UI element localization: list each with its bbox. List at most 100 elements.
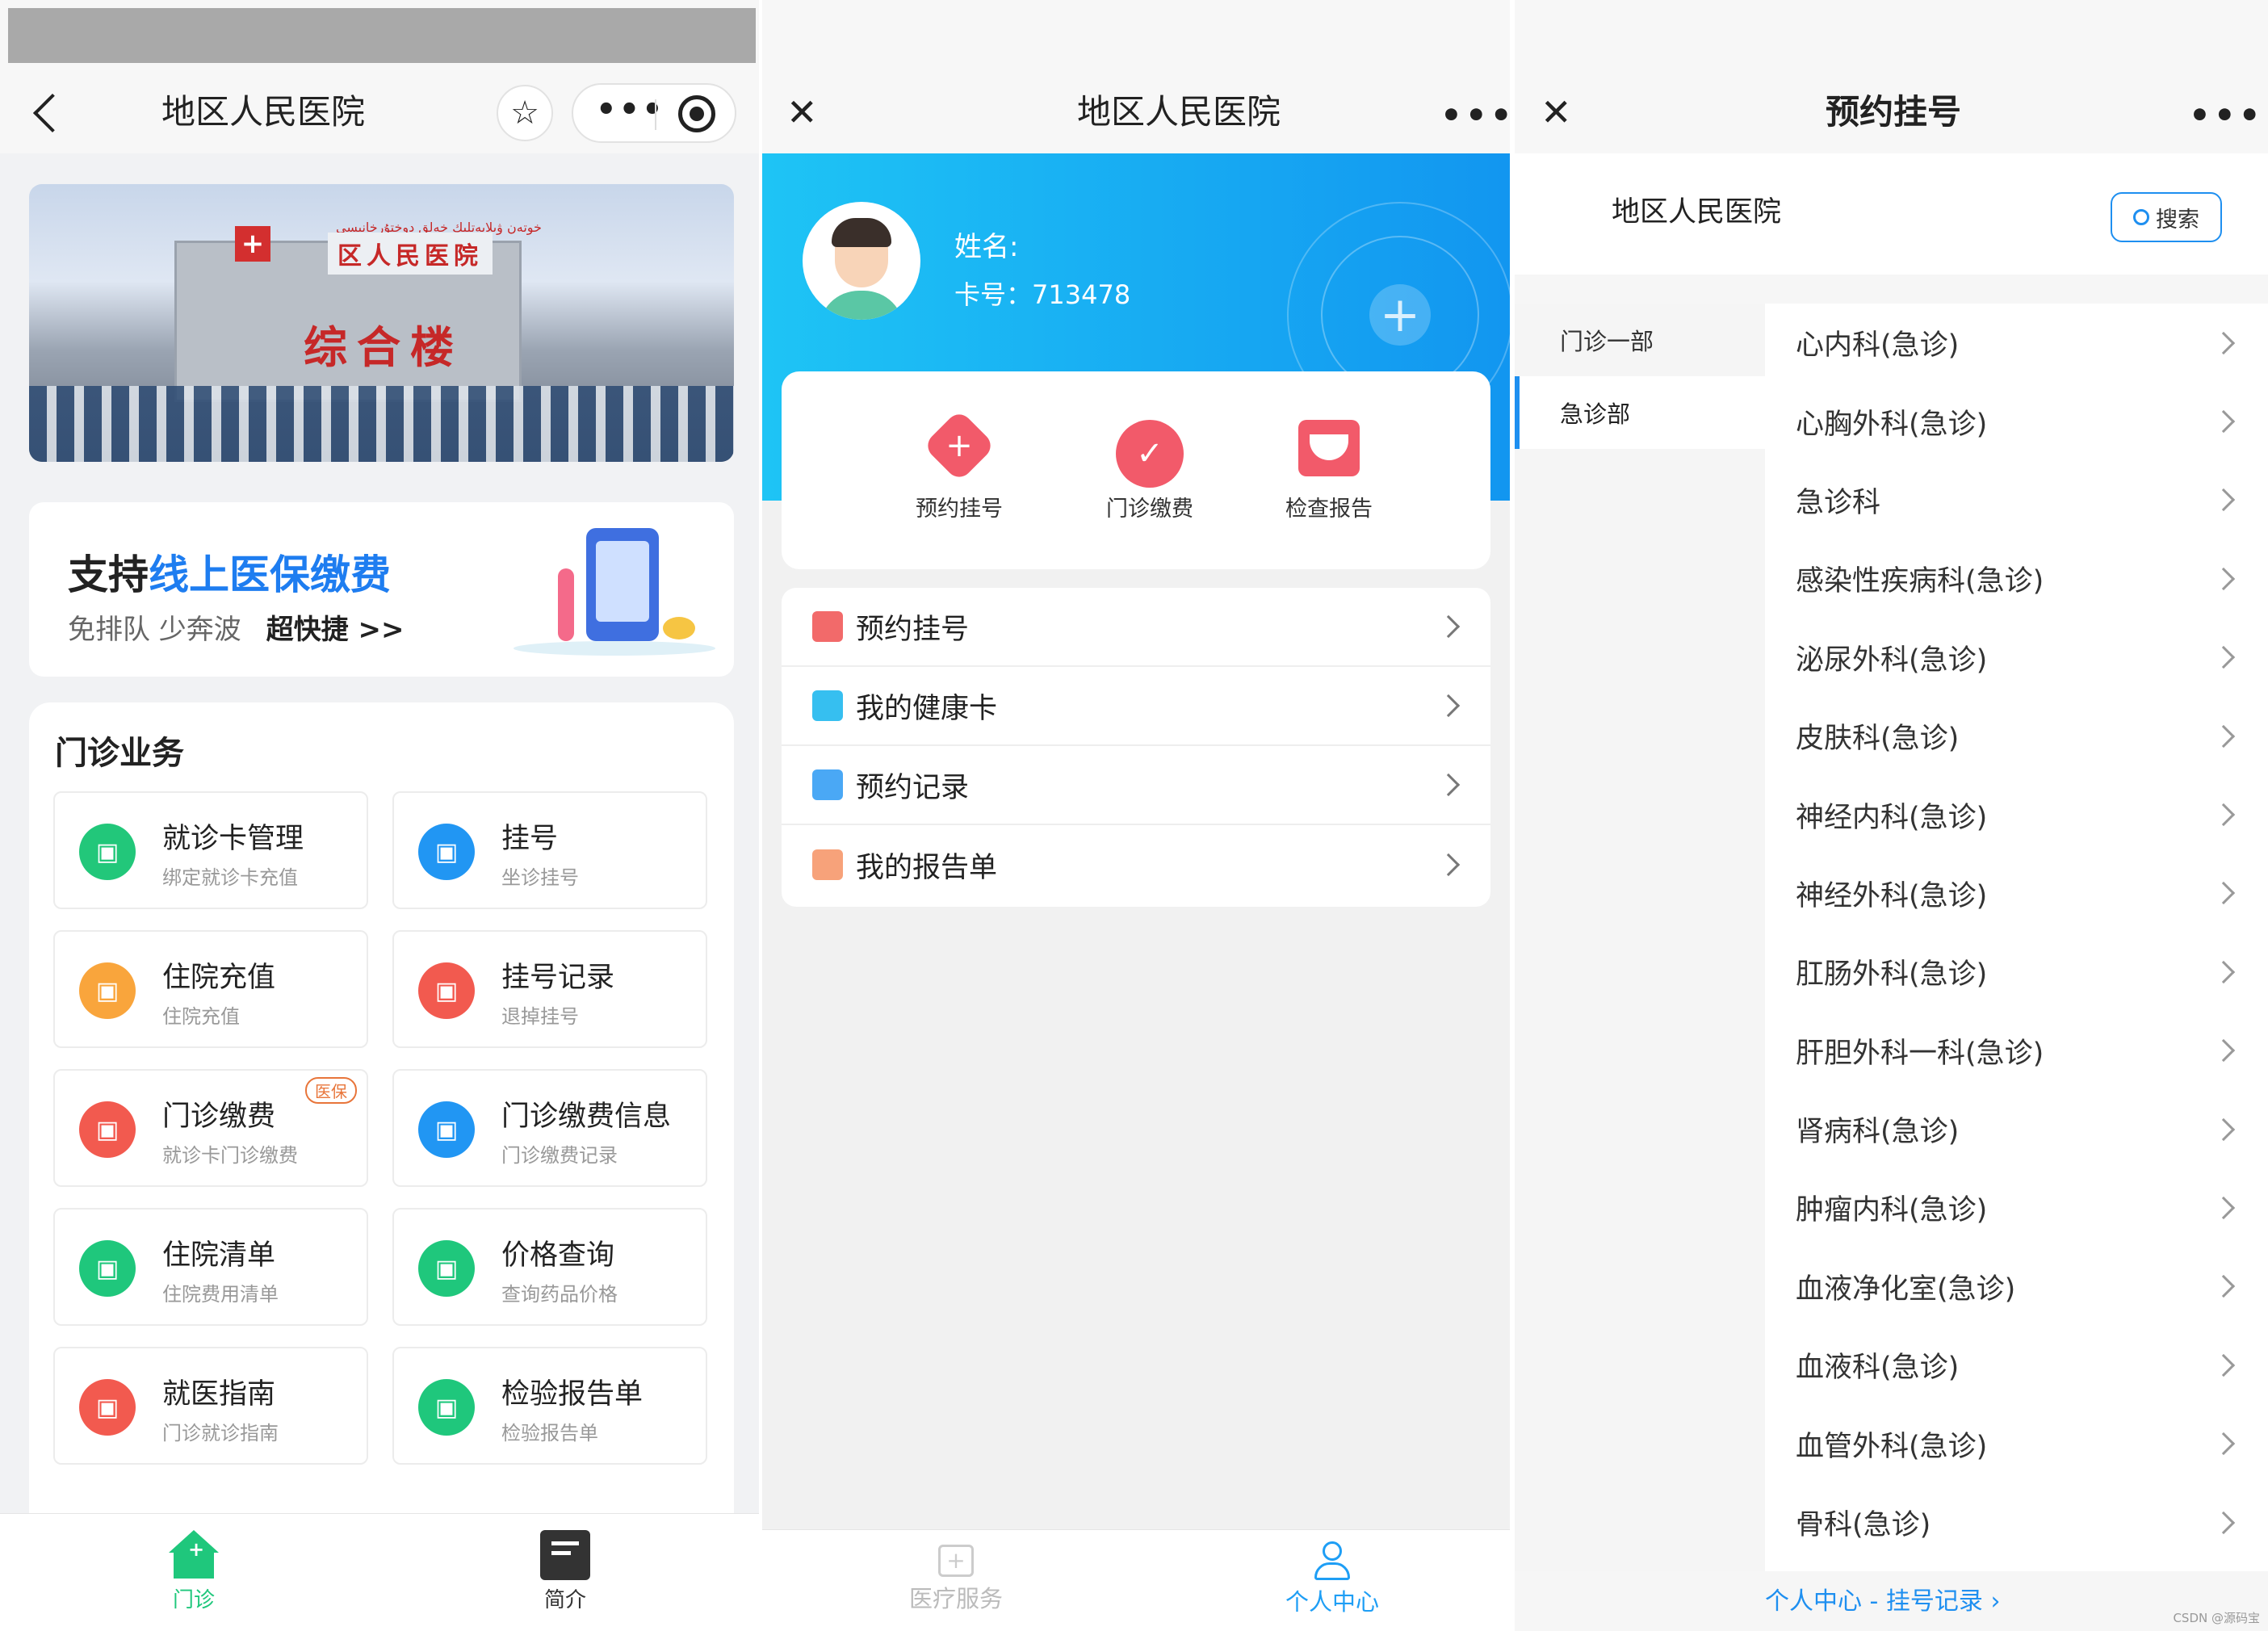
refund-icon: ▣ (418, 962, 475, 1019)
menu-item[interactable]: 预约挂号 (782, 588, 1490, 667)
medical-case-icon: + (938, 1545, 974, 1577)
service-tile[interactable]: ▣ 住院充值 住院充值 (53, 930, 368, 1048)
chevron-right-icon (2211, 646, 2236, 669)
tile-subtitle: 查询药品价格 (501, 1283, 618, 1306)
feature-report[interactable]: 检查报告 (1264, 420, 1394, 522)
more-icon[interactable]: ••• (1440, 95, 1510, 135)
chevron-right-icon (2211, 1511, 2236, 1534)
tab-personal-center[interactable]: 个人中心 (1276, 1541, 1389, 1617)
department-item[interactable]: 泌尿外科(急诊) (1765, 618, 2268, 697)
chevron-right-icon (2211, 1432, 2236, 1456)
promo-line2: 免排队 少奔波 超快捷 >> (68, 607, 404, 647)
close-icon[interactable]: ✕ (786, 90, 818, 134)
department-item[interactable]: 肝胆外科一科(急诊) (1765, 1012, 2268, 1090)
department-item[interactable]: 急诊科 (1765, 461, 2268, 539)
menu-item-icon (812, 849, 843, 880)
tile-title: 就医指南 (162, 1378, 276, 1411)
department-item[interactable]: 肿瘤内科(急诊) (1765, 1168, 2268, 1247)
department-item[interactable]: 骨科(急诊) (1765, 1483, 2268, 1562)
tab-medical-service[interactable]: + 医疗服务 (899, 1545, 1012, 1614)
hospital-header: 地区人民医院 搜索 (1515, 153, 2268, 275)
chevron-right-icon (2211, 1117, 2236, 1141)
close-icon[interactable]: ✕ (1541, 90, 1572, 134)
search-button-label: 搜索 (2156, 207, 2199, 233)
promo-illustration (481, 520, 723, 665)
insurance-promo-banner[interactable]: 支持线上医保缴费 免排队 少奔波 超快捷 >> (29, 502, 734, 677)
tile-title: 检验报告单 (501, 1378, 644, 1411)
back-icon[interactable] (32, 93, 73, 133)
department-item[interactable]: 神经内科(急诊) (1765, 775, 2268, 853)
tile-subtitle: 住院充值 (162, 1005, 240, 1028)
person-icon (1313, 1541, 1352, 1580)
tile-subtitle: 退掉挂号 (501, 1005, 579, 1028)
insurance-badge: 医保 (305, 1077, 357, 1104)
menu-item[interactable]: 我的报告单 (782, 825, 1490, 904)
department-name: 感染性疾病科(急诊) (1796, 565, 2044, 598)
appointment-icon: + (922, 409, 996, 483)
tile-title: 住院充值 (162, 962, 276, 994)
hospital-banner-image: خوتەن ۋىلايەتلىك خەلق دوختۇرخانىسى 区人民医院… (29, 184, 734, 462)
department-item[interactable]: 血管外科(急诊) (1765, 1404, 2268, 1482)
search-icon (2133, 209, 2149, 225)
department-item[interactable]: 感染性疾病科(急诊) (1765, 539, 2268, 618)
favorite-star-icon[interactable]: ☆ (497, 85, 553, 141)
department-name: 肿瘤内科(急诊) (1796, 1194, 1988, 1227)
card-number-row: 卡号：713478 (954, 275, 1130, 312)
promo-text-no-queue: 免排队 少奔波 (68, 614, 241, 646)
tile-title: 挂号 (501, 823, 559, 855)
department-item[interactable]: 皮肤科(急诊) (1765, 697, 2268, 775)
department-name: 皮肤科(急诊) (1796, 723, 1960, 756)
menu-item[interactable]: 预约记录 (782, 746, 1490, 825)
service-tile[interactable]: ▣ 门诊缴费 就诊卡门诊缴费 医保 (53, 1069, 368, 1187)
service-tile[interactable]: ▣ 挂号记录 退掉挂号 (392, 930, 707, 1048)
service-tile[interactable]: ▣ 价格查询 查询药品价格 (392, 1208, 707, 1326)
card-icon: ▣ (79, 824, 136, 880)
department-item[interactable]: 肾病科(急诊) (1765, 1090, 2268, 1168)
department-name: 肛肠外科(急诊) (1796, 958, 1988, 992)
list-icon: ▣ (418, 1101, 475, 1158)
department-item[interactable]: 血液科(急诊) (1765, 1326, 2268, 1404)
sidebar-item-emergency[interactable]: 急诊部 (1515, 376, 1765, 449)
sidebar-item-outpatient-1[interactable]: 门诊一部 (1515, 304, 1765, 376)
close-miniapp-icon[interactable] (678, 95, 715, 132)
service-tile[interactable]: ▣ 门诊缴费信息 门诊缴费记录 (392, 1069, 707, 1187)
tab-outpatient-label: 门诊 (172, 1588, 215, 1612)
hospital-name: 地区人民医院 (1612, 196, 1782, 229)
menu-item-icon (812, 611, 843, 642)
avatar[interactable] (803, 202, 920, 320)
tab-intro[interactable]: 简介 (517, 1530, 614, 1627)
department-item[interactable]: 心胸外科(急诊) (1765, 382, 2268, 460)
service-tile[interactable]: ▣ 挂号 坐诊挂号 (392, 791, 707, 909)
department-name: 血液净化室(急诊) (1796, 1273, 2016, 1306)
tab-outpatient[interactable]: + 门诊 (145, 1530, 242, 1627)
capsule-menu: ••• (572, 83, 736, 143)
chevron-right-icon (1436, 773, 1461, 797)
menu-item[interactable]: 我的健康卡 (782, 667, 1490, 746)
search-button[interactable]: 搜索 (2111, 192, 2222, 242)
department-item[interactable]: 肛肠外科(急诊) (1765, 933, 2268, 1011)
footer-link[interactable]: 个人中心 - 挂号记录 › (1765, 1581, 2000, 1616)
tab-medical-service-label: 医疗服务 (908, 1585, 1003, 1612)
bottom-tab-bar: + 医疗服务 个人中心 (762, 1529, 1510, 1631)
tile-subtitle: 绑定就诊卡充值 (162, 866, 298, 889)
menu-item-label: 预约记录 (856, 771, 970, 804)
service-tile[interactable]: ▣ 就医指南 门诊就诊指南 (53, 1347, 368, 1465)
department-item[interactable]: 神经外科(急诊) (1765, 854, 2268, 933)
feature-payment[interactable]: ✓ 门诊缴费 (1085, 420, 1214, 522)
department-name: 急诊科 (1796, 486, 1881, 519)
feature-appointment[interactable]: + 预约挂号 (895, 409, 1024, 522)
navigation-bar: ✕ 预约挂号 ••• (1515, 0, 2268, 153)
tile-title: 住院清单 (162, 1239, 276, 1272)
department-item[interactable]: 血液净化室(急诊) (1765, 1247, 2268, 1326)
feature-report-label: 检查报告 (1285, 497, 1373, 522)
service-tile[interactable]: ▣ 就诊卡管理 绑定就诊卡充值 (53, 791, 368, 909)
department-name: 骨科(急诊) (1796, 1509, 1931, 1542)
department-item[interactable]: 心内科(急诊) (1765, 304, 2268, 382)
banner-sign-text: 区人民医院 (337, 242, 483, 270)
service-tile[interactable]: ▣ 住院清单 住院费用清单 (53, 1208, 368, 1326)
service-tile[interactable]: ▣ 检验报告单 检验报告单 (392, 1347, 707, 1465)
home-panel: 地区人民医院 ☆ ••• خوتەن ۋىلايەتلىك خەلق دوختۇ… (0, 0, 759, 1631)
watermark: CSDN @源码宝 (2173, 1611, 2260, 1625)
more-icon[interactable]: ••• (2189, 95, 2264, 135)
sidebar-item-label: 急诊部 (1560, 400, 1631, 428)
